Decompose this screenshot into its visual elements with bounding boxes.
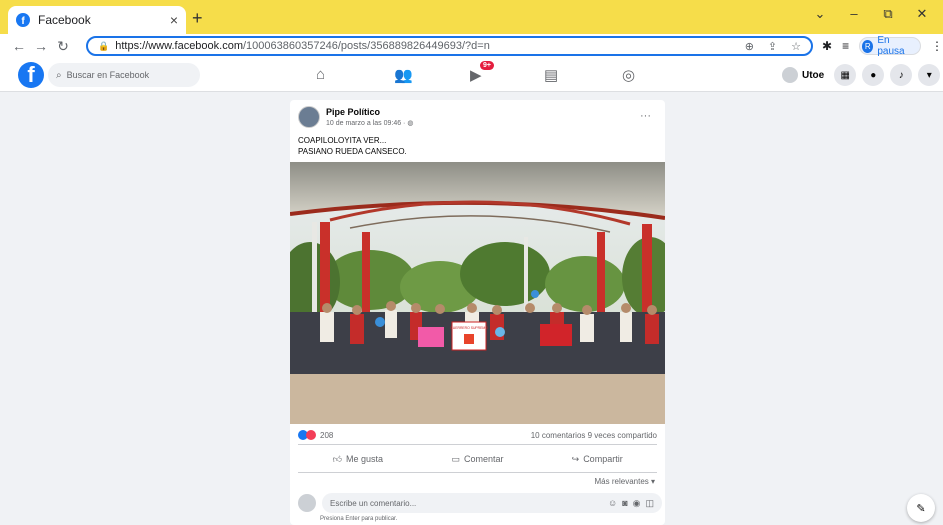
post-date[interactable]: 10 de marzo a las 09:46 · ◍ xyxy=(326,119,413,127)
like-label: Me gusta xyxy=(346,454,384,464)
share-label: Compartir xyxy=(583,454,623,464)
post-header: Pipe Político 10 de marzo a las 09:46 · … xyxy=(298,106,413,128)
author-name[interactable]: Pipe Político xyxy=(326,107,413,117)
bookmark-star-icon[interactable]: ☆ xyxy=(791,40,801,53)
notifications-bell-icon[interactable]: ♪ xyxy=(890,64,913,86)
camera-icon[interactable]: ◙ xyxy=(622,498,627,509)
author-avatar[interactable] xyxy=(298,106,320,128)
post-line-2: PASIANO RUEDA CANSECO. xyxy=(298,147,407,156)
comment-button[interactable]: ▭ Comentar xyxy=(418,449,538,469)
post-card: Pipe Político 10 de marzo a las 09:46 · … xyxy=(290,100,665,525)
tab-search-icon[interactable]: ⌄ xyxy=(803,6,837,22)
comment-placeholder: Escribe un comentario... xyxy=(330,498,417,508)
share-page-icon[interactable]: ⇪ xyxy=(768,40,777,53)
thumbs-up-icon: 👍︎ xyxy=(332,453,343,464)
reload-icon[interactable]: ↻ xyxy=(52,38,74,55)
messenger-icon[interactable]: ● xyxy=(862,64,885,86)
browser-toolbar: ← → ↻ 🔒 https://www.facebook.com/1000638… xyxy=(0,34,943,58)
new-tab-button[interactable]: + xyxy=(192,8,203,29)
lock-icon: 🔒 xyxy=(98,40,110,51)
more-options-icon[interactable]: ··· xyxy=(640,110,651,122)
account-caret-icon[interactable]: ▾ xyxy=(918,64,941,86)
profile-avatar: R xyxy=(862,39,874,53)
user-name: Utoe xyxy=(802,69,825,81)
post-text: COAPILOLOYITA VER... PASIANO RUEDA CANSE… xyxy=(298,135,407,157)
globe-icon: ◍ xyxy=(407,120,414,127)
zoom-icon[interactable]: ⊕ xyxy=(745,40,754,53)
address-bar[interactable]: 🔒 https://www.facebook.com/1000638603572… xyxy=(86,36,813,56)
video-notification-badge: 9+ xyxy=(480,61,494,70)
back-arrow-icon[interactable]: ← xyxy=(8,38,30,54)
post-line-1: COAPILOLOYITA VER... xyxy=(298,136,387,145)
tab-close-icon[interactable]: × xyxy=(170,12,178,28)
commenter-avatar xyxy=(298,494,316,512)
window-controls: ⌄ – ⧉ ✕ xyxy=(803,6,939,22)
watch-video-icon[interactable]: ▶ xyxy=(470,66,482,84)
divider xyxy=(298,444,657,445)
post-actions: 👍︎ Me gusta ▭ Comentar ↪ Compartir xyxy=(298,449,657,469)
home-icon[interactable]: ⌂ xyxy=(316,66,325,83)
facebook-logo-icon[interactable]: f xyxy=(18,62,44,88)
marketplace-icon[interactable]: ▤ xyxy=(544,66,558,84)
comment-input[interactable]: Escribe un comentario... ☺ ◙ ◉ ◫ xyxy=(322,493,662,513)
close-window-button[interactable]: ✕ xyxy=(905,6,939,22)
comment-bubble-icon: ▭ xyxy=(451,453,460,464)
comment-composer: Escribe un comentario... ☺ ◙ ◉ ◫ xyxy=(298,493,662,513)
love-reaction-icon xyxy=(306,430,316,440)
new-message-edit-icon[interactable]: ✎ xyxy=(907,494,935,522)
chrome-menu-icon[interactable]: ⋮ xyxy=(931,39,943,53)
groups-icon[interactable]: ◎ xyxy=(622,66,635,84)
comment-label: Comentar xyxy=(464,454,504,464)
forward-arrow-icon[interactable]: → xyxy=(30,38,52,54)
group-photo-illustration: GUERRERO SUPREMO xyxy=(290,162,665,424)
share-arrow-icon: ↪ xyxy=(571,453,580,464)
search-placeholder: Buscar en Facebook xyxy=(66,70,150,80)
friends-icon[interactable]: 👥 xyxy=(394,66,413,84)
gif-icon[interactable]: ◉ xyxy=(633,498,641,509)
reactions-count: 208 xyxy=(320,430,334,440)
facebook-search-input[interactable]: ⌕ Buscar en Facebook xyxy=(48,63,200,87)
menu-grid-icon[interactable]: ▦ xyxy=(834,64,857,86)
extensions-puzzle-icon[interactable]: ✱ xyxy=(822,39,832,53)
restore-button[interactable]: ⧉ xyxy=(871,6,905,22)
facebook-favicon-icon: f xyxy=(16,13,30,27)
browser-tab-strip: f Facebook × + ⌄ – ⧉ ✕ xyxy=(0,0,943,34)
profile-button[interactable]: R En pausa xyxy=(859,35,921,57)
url-text: https://www.facebook.com/100063860357246… xyxy=(115,40,490,52)
banner-text: GUERRERO SUPREMO xyxy=(450,326,488,330)
tab-title: Facebook xyxy=(38,13,91,27)
post-stats[interactable]: 10 comentarios 9 veces compartido xyxy=(531,431,657,440)
facebook-navbar: f ⌕ Buscar en Facebook ⌂ 👥 ▶ 9+ ▤ ◎ Utoe… xyxy=(0,58,943,92)
emoji-icon[interactable]: ☺ xyxy=(608,498,617,509)
comment-sort-dropdown[interactable]: Más relevantes ▾ xyxy=(595,477,655,486)
like-button[interactable]: 👍︎ Me gusta xyxy=(298,449,418,469)
sticker-icon[interactable]: ◫ xyxy=(645,498,654,509)
post-photo[interactable]: GUERRERO SUPREMO xyxy=(290,162,665,424)
profile-shortcut[interactable]: Utoe xyxy=(782,67,824,83)
reading-list-icon[interactable]: ≡ xyxy=(842,39,849,53)
divider xyxy=(298,472,657,473)
search-icon: ⌕ xyxy=(56,69,62,81)
user-avatar xyxy=(782,67,798,83)
profile-status: En pausa xyxy=(877,35,905,57)
reactions-summary[interactable]: 208 xyxy=(298,430,333,440)
share-button[interactable]: ↪ Compartir xyxy=(537,449,657,469)
browser-tab-facebook[interactable]: f Facebook × xyxy=(8,6,186,34)
comment-hint: Presiona Enter para publicar. xyxy=(320,516,398,522)
minimize-button[interactable]: – xyxy=(837,6,871,22)
